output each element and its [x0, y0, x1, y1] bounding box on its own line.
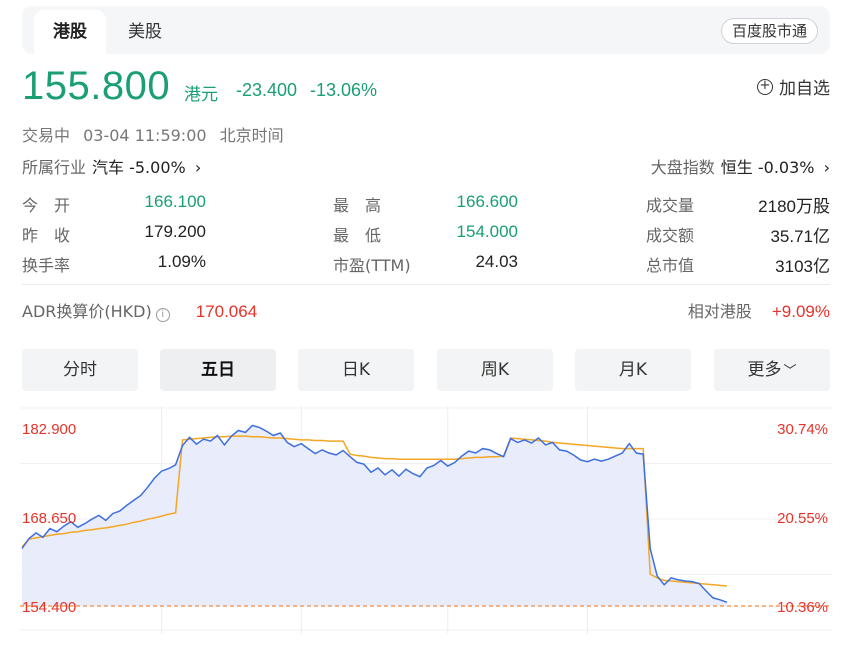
timezone-label: 北京时间: [219, 126, 284, 145]
stock-connect-button[interactable]: 百度股市通: [720, 18, 818, 44]
index-value: 恒生 -0.03%: [720, 158, 815, 177]
stat-low: 最 低 154.000: [333, 222, 518, 245]
adr-label: ADR换算价(HKD): [22, 302, 152, 321]
plus-circle-icon: +: [757, 78, 773, 95]
period-tabs: 分时 五日 日K 周K 月K 更多 ﹀: [22, 349, 830, 391]
stat-value: 1.09%: [157, 252, 206, 271]
more-label: 更多: [747, 360, 782, 380]
currency-label: 港元: [184, 85, 218, 105]
chevron-right-icon: ›: [823, 158, 830, 177]
chevron-down-icon: ﹀: [783, 364, 797, 379]
add-watchlist-label: 加自选: [779, 79, 830, 99]
stat-value: 154.000: [456, 222, 518, 241]
price-change: -23.400: [236, 80, 298, 100]
y-axis-label-right: 20.55%: [777, 510, 828, 527]
stat-value: 3103亿: [775, 257, 830, 276]
adr-price: ADR换算价(HKD) i 170.064: [22, 298, 257, 322]
market-index-link[interactable]: 大盘指数 恒生 -0.03% ›: [651, 154, 830, 178]
tab-daily-k[interactable]: 日K: [298, 349, 414, 391]
y-axis-label-left: 168.650: [22, 510, 76, 527]
industry-label: 所属行业: [22, 158, 87, 177]
stat-label: 市盈(TTM): [333, 256, 411, 275]
trading-status: 交易中 03-04 11:59:00 北京时间: [22, 122, 292, 146]
index-label: 大盘指数: [650, 158, 715, 177]
stat-label: 换手率: [22, 256, 71, 275]
industry-link[interactable]: 所属行业 汽车 -5.00% ›: [22, 154, 201, 178]
stat-value: 166.100: [144, 192, 206, 211]
tab-more[interactable]: 更多 ﹀: [714, 349, 830, 391]
tab-hk-stocks[interactable]: 港股: [34, 10, 106, 54]
stat-market-cap: 总市值 3103亿: [646, 252, 830, 276]
five-day-chart[interactable]: 182.900 168.650 154.400 30.74% 20.55% 10.36%: [20, 406, 832, 634]
trading-state: 交易中: [22, 126, 71, 145]
y-axis-label-left: 154.400: [22, 599, 76, 616]
info-icon[interactable]: i: [155, 308, 170, 322]
price-change-pct: -13.06%: [310, 80, 378, 100]
tab-intraday[interactable]: 分时: [22, 349, 138, 391]
stat-label: 成交额: [646, 226, 695, 245]
stat-prev-close: 昨 收 179.200: [22, 222, 206, 245]
tab-us-stocks[interactable]: 美股: [128, 10, 162, 54]
stat-value: 24.03: [475, 252, 518, 271]
stat-label: 今 开: [22, 196, 71, 215]
y-axis-label-right: 10.36%: [777, 599, 828, 616]
market-tabs: 港股 美股 百度股市通: [22, 6, 830, 54]
y-axis-label-left: 182.900: [22, 421, 76, 438]
price-area-fill: [22, 425, 727, 606]
industry-value: 汽车 -5.00%: [92, 158, 186, 177]
stat-label: 成交量: [646, 196, 695, 215]
stat-label: 最 高: [333, 196, 382, 215]
divider: [22, 284, 830, 285]
stat-pe: 市盈(TTM) 24.03: [333, 252, 518, 275]
adr-value: 170.064: [195, 302, 258, 321]
stat-value: 2180万股: [758, 197, 830, 216]
stat-amount: 成交额 35.71亿: [646, 222, 830, 246]
stat-label: 昨 收: [22, 226, 71, 245]
stat-turnover-rate: 换手率 1.09%: [22, 252, 206, 275]
stat-open: 今 开 166.100: [22, 192, 206, 215]
tab-weekly-k[interactable]: 周K: [437, 349, 553, 391]
y-axis-label-right: 30.74%: [777, 421, 828, 438]
relative-to-hk: 相对港股 +9.09%: [688, 298, 830, 322]
stat-label: 总市值: [646, 256, 695, 275]
stat-value: 35.71亿: [770, 227, 830, 246]
chevron-right-icon: ›: [194, 158, 202, 177]
relative-value: +9.09%: [771, 302, 830, 321]
tab-five-day[interactable]: 五日: [160, 349, 276, 391]
add-watchlist-button[interactable]: + 加自选: [757, 74, 830, 99]
tab-monthly-k[interactable]: 月K: [575, 349, 691, 391]
trading-datetime: 03-04 11:59:00: [83, 126, 207, 145]
stat-value: 166.600: [456, 192, 518, 211]
stat-volume: 成交量 2180万股: [646, 192, 830, 216]
relative-label: 相对港股: [687, 302, 752, 321]
stat-label: 最 低: [333, 226, 382, 245]
stat-high: 最 高 166.600: [333, 192, 518, 215]
current-price: 155.800: [22, 64, 171, 108]
stat-value: 179.200: [144, 222, 206, 241]
